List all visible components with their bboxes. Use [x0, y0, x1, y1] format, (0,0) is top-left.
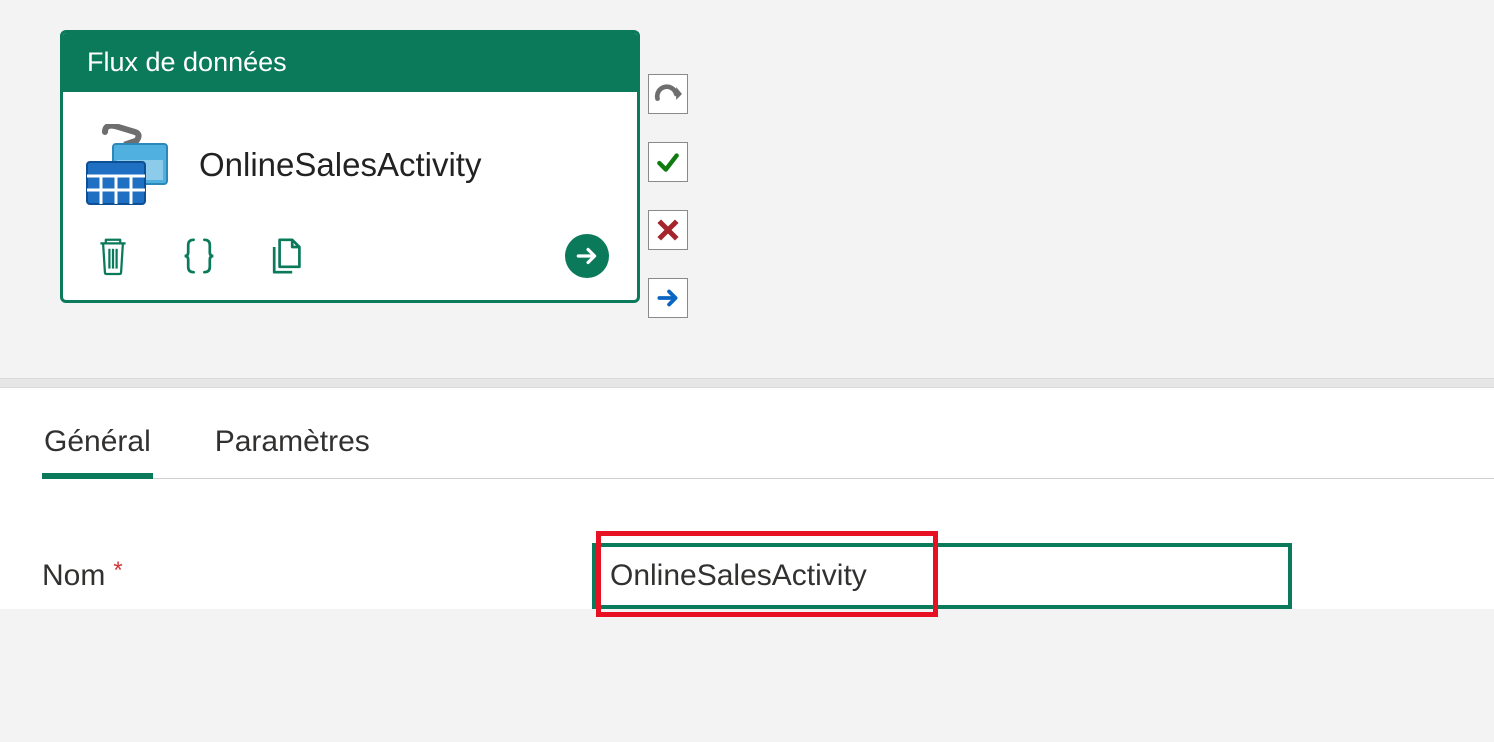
activity-type-label: Flux de données [87, 47, 287, 77]
properties-panel: Général Paramètres Nom * [0, 388, 1494, 609]
copy-button[interactable] [263, 234, 307, 278]
form-row-name: Nom * [42, 479, 1494, 609]
required-indicator: * [113, 557, 122, 585]
properties-tabs: Général Paramètres [42, 388, 1494, 479]
tab-general[interactable]: Général [42, 425, 153, 479]
tab-general-label: Général [44, 425, 151, 458]
dataflow-icon [83, 124, 173, 206]
activity-toolbar [63, 216, 637, 300]
name-label-text: Nom [42, 559, 105, 593]
tab-settings[interactable]: Paramètres [213, 425, 372, 479]
name-label: Nom * [42, 559, 592, 593]
code-braces-button[interactable] [177, 234, 221, 278]
activity-connectors [648, 30, 688, 318]
activity-body: OnlineSalesActivity [63, 92, 637, 216]
activity-header: Flux de données [63, 33, 637, 92]
connector-success[interactable] [648, 142, 688, 182]
activity-name-label: OnlineSalesActivity [199, 146, 481, 184]
connector-failure[interactable] [648, 210, 688, 250]
tab-settings-label: Paramètres [215, 425, 370, 458]
name-input-wrapper [592, 543, 1292, 609]
panel-divider [0, 378, 1494, 388]
connector-completion[interactable] [648, 278, 688, 318]
pipeline-canvas: Flux de données [0, 0, 1494, 378]
activity-wrapper: Flux de données [60, 30, 1494, 318]
connector-loop[interactable] [648, 74, 688, 114]
delete-button[interactable] [91, 234, 135, 278]
name-input[interactable] [592, 543, 1292, 609]
dataflow-activity-card[interactable]: Flux de données [60, 30, 640, 303]
execute-arrow-button[interactable] [565, 234, 609, 278]
